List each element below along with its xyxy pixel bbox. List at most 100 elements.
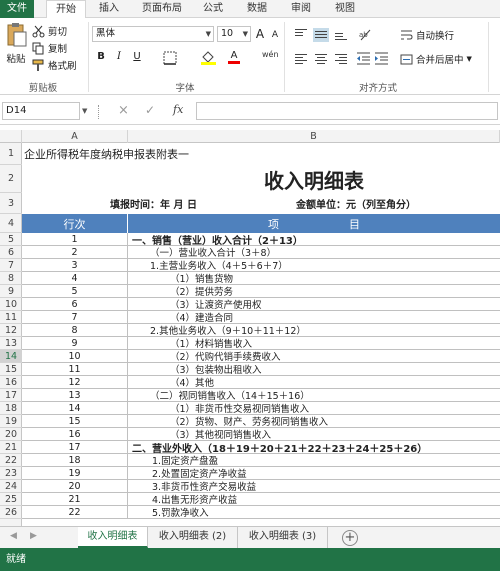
increase-indent-icon[interactable] <box>374 52 390 66</box>
row-number-cell[interactable]: 1 <box>22 233 128 246</box>
row-number-cell[interactable]: 20 <box>22 480 128 493</box>
row-header[interactable]: 18 <box>0 402 22 415</box>
wrap-text-button[interactable]: 自动换行 <box>400 28 454 42</box>
chevron-down-icon[interactable]: ▼ <box>82 107 87 115</box>
row-number-cell[interactable]: 15 <box>22 415 128 428</box>
row-number-cell[interactable]: 6 <box>22 298 128 311</box>
row-header[interactable]: 12 <box>0 324 22 337</box>
tab-view[interactable]: 视图 <box>328 0 362 18</box>
select-all-corner[interactable] <box>0 130 22 143</box>
sheet-tab-1[interactable]: 收入明细表 <box>78 527 148 548</box>
orientation-icon[interactable]: ab <box>358 27 374 42</box>
row-header[interactable]: 8 <box>0 272 22 285</box>
decrease-indent-icon[interactable] <box>356 52 372 66</box>
row-header[interactable]: 21 <box>0 441 22 454</box>
sheet-tab-3[interactable]: 收入明细表 (3) <box>238 527 328 548</box>
row-header[interactable]: 9 <box>0 285 22 298</box>
row-header[interactable]: 7 <box>0 259 22 272</box>
row-number-cell[interactable]: 8 <box>22 324 128 337</box>
row-number-cell[interactable]: 21 <box>22 493 128 506</box>
row-number-cell[interactable]: 22 <box>22 506 128 519</box>
scroll-right-icon[interactable]: ▶ <box>30 531 37 541</box>
format-painter-button[interactable]: 格式刷 <box>32 58 77 72</box>
tab-page-layout[interactable]: 页面布局 <box>136 0 188 18</box>
row-number-cell[interactable]: 19 <box>22 467 128 480</box>
italic-button[interactable]: I <box>112 50 126 64</box>
row-header[interactable]: 3 <box>0 193 22 214</box>
row-header[interactable]: 10 <box>0 298 22 311</box>
column-header-b[interactable]: B <box>128 130 500 143</box>
cut-button[interactable]: 剪切 <box>32 24 67 38</box>
row-header[interactable]: 26 <box>0 506 22 519</box>
font-name-select[interactable]: 黑体 ▼ <box>92 26 214 42</box>
row-number-cell[interactable]: 12 <box>22 376 128 389</box>
row-number-cell[interactable]: 16 <box>22 428 128 441</box>
merge-center-button[interactable]: 合并后居中 ▼ <box>400 52 472 66</box>
insert-function-icon[interactable]: fx <box>173 103 183 116</box>
form-label[interactable]: 企业所得税年度纳税申报表附表一 <box>24 143 189 165</box>
tab-data[interactable]: 数据 <box>240 0 274 18</box>
header-item[interactable]: 项 目 <box>128 214 500 233</box>
tab-review[interactable]: 审阅 <box>284 0 318 18</box>
add-sheet-button[interactable]: + <box>342 530 358 546</box>
worksheet-grid[interactable]: 企业所得税年度纳税申报表附表一 收入明细表 填报时间：年 月 日 金额单位：元（… <box>22 143 500 526</box>
row-header[interactable]: 22 <box>0 454 22 467</box>
row-header[interactable]: 25 <box>0 493 22 506</box>
row-number-cell[interactable]: 18 <box>22 454 128 467</box>
row-header[interactable]: 23 <box>0 467 22 480</box>
sheet-tab-2[interactable]: 收入明细表 (2) <box>148 527 238 548</box>
fill-color-icon[interactable] <box>200 49 218 65</box>
item-cell[interactable]: 5.罚款净收入 <box>128 506 500 519</box>
row-header[interactable]: 1 <box>0 143 22 165</box>
row-number-cell[interactable]: 4 <box>22 272 128 285</box>
tab-home[interactable]: 开始 <box>46 0 86 19</box>
header-row-number[interactable]: 行次 <box>22 214 128 233</box>
row-number-cell[interactable]: 3 <box>22 259 128 272</box>
row-header[interactable]: 5 <box>0 233 22 246</box>
row-number-cell[interactable]: 7 <box>22 311 128 324</box>
tab-insert[interactable]: 插入 <box>92 0 126 18</box>
align-left-icon[interactable] <box>293 52 309 66</box>
row-number-cell[interactable]: 9 <box>22 337 128 350</box>
row-number-cell[interactable]: 5 <box>22 285 128 298</box>
amount-unit[interactable]: 金额单位：元（列至角分） <box>296 193 416 213</box>
bold-button[interactable]: B <box>94 50 108 64</box>
row-header[interactable]: 15 <box>0 363 22 376</box>
borders-icon[interactable] <box>163 51 179 65</box>
formula-input[interactable] <box>196 102 498 120</box>
confirm-icon[interactable]: ✓ <box>145 103 155 117</box>
row-number-cell[interactable]: 13 <box>22 389 128 402</box>
row-header[interactable]: 19 <box>0 415 22 428</box>
paste-button[interactable]: 粘贴 <box>4 22 28 65</box>
column-header-a[interactable]: A <box>22 130 128 143</box>
row-number-cell[interactable]: 11 <box>22 363 128 376</box>
tab-file[interactable]: 文件 <box>0 0 34 18</box>
align-center-icon[interactable] <box>313 52 329 66</box>
font-color-button[interactable]: A <box>227 49 241 64</box>
align-bottom-icon[interactable] <box>333 28 349 42</box>
row-number-cell[interactable]: 10 <box>22 350 128 363</box>
underline-button[interactable]: U <box>130 50 144 64</box>
copy-button[interactable]: 复制 <box>32 41 67 55</box>
scroll-left-icon[interactable]: ◀ <box>10 531 17 541</box>
name-box[interactable]: D14 <box>2 102 80 120</box>
row-header[interactable]: 11 <box>0 311 22 324</box>
font-size-select[interactable]: 10 ▼ <box>217 26 251 42</box>
cancel-icon[interactable]: × <box>118 103 129 118</box>
align-right-icon[interactable] <box>333 52 349 66</box>
tab-formulas[interactable]: 公式 <box>196 0 230 18</box>
row-header[interactable]: 6 <box>0 246 22 259</box>
row-number-cell[interactable]: 17 <box>22 441 128 454</box>
align-middle-icon[interactable] <box>313 28 329 42</box>
align-top-icon[interactable] <box>293 28 309 42</box>
row-header[interactable]: 2 <box>0 165 22 193</box>
phonetic-icon[interactable]: wén <box>262 50 279 59</box>
row-header[interactable]: 14 <box>0 350 22 363</box>
row-header[interactable]: 4 <box>0 214 22 233</box>
shrink-font-button[interactable]: A <box>268 28 282 42</box>
row-header[interactable]: 24 <box>0 480 22 493</box>
fill-time[interactable]: 填报时间：年 月 日 <box>110 193 197 213</box>
main-title[interactable]: 收入明细表 <box>128 165 500 193</box>
row-header[interactable]: 13 <box>0 337 22 350</box>
row-header[interactable]: 16 <box>0 376 22 389</box>
